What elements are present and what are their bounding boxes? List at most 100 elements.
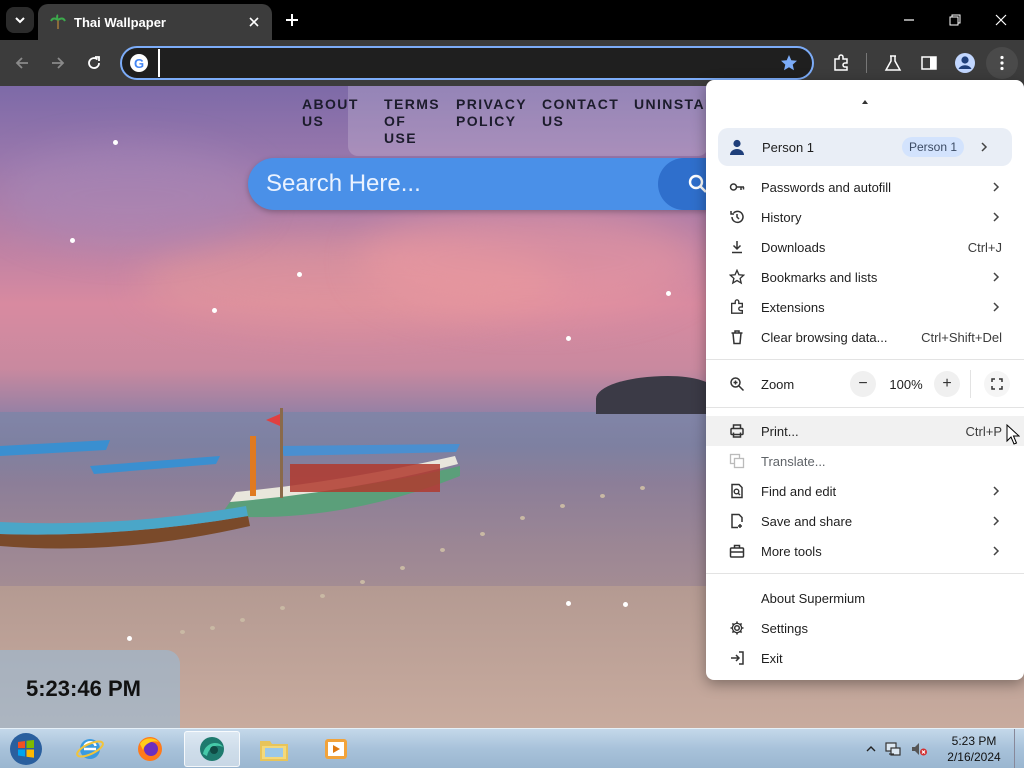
menu-item-passwords[interactable]: Passwords and autofill	[706, 172, 1024, 202]
menu-item-find-and-edit[interactable]: Find and edit	[706, 476, 1024, 506]
menu-item-clear-browsing-data[interactable]: Clear browsing data... Ctrl+Shift+Del	[706, 322, 1024, 352]
exit-icon	[728, 649, 746, 667]
menu-item-bookmarks[interactable]: Bookmarks and lists	[706, 262, 1024, 292]
minimize-icon	[904, 19, 914, 21]
rope-float	[320, 594, 325, 598]
find-icon	[728, 482, 746, 500]
extensions-button[interactable]	[828, 50, 854, 76]
chevron-down-icon	[15, 17, 25, 24]
nav-about-us[interactable]: ABOUT US	[302, 96, 364, 147]
history-icon	[728, 208, 746, 226]
avatar-icon	[955, 53, 975, 73]
toolbar-separator	[866, 53, 867, 73]
tab-search-button[interactable]	[6, 7, 34, 33]
save-share-icon	[728, 512, 746, 530]
nav-privacy-policy[interactable]: PRIVACY POLICY	[456, 96, 525, 147]
new-tab-button[interactable]	[280, 8, 304, 32]
menu-item-extensions[interactable]: Extensions	[706, 292, 1024, 322]
menu-item-about[interactable]: About Supermium	[706, 583, 1024, 613]
site-search-input[interactable]	[266, 166, 646, 202]
tab-close-button[interactable]	[244, 12, 264, 32]
snow-particle	[566, 336, 571, 341]
forward-button[interactable]	[44, 49, 72, 77]
side-panel-button[interactable]	[916, 50, 942, 76]
nav-contact-us[interactable]: CONTACT US	[542, 96, 618, 147]
nav-terms-of-use[interactable]: TERMS OF USE	[384, 96, 439, 147]
menu-item-label: Save and share	[761, 513, 853, 529]
rope-float	[280, 606, 285, 610]
google-icon: G	[130, 54, 148, 72]
minimize-button[interactable]	[886, 0, 932, 40]
show-hidden-icons-icon[interactable]	[866, 744, 876, 754]
address-bar[interactable]: G	[120, 46, 814, 80]
star-icon	[728, 268, 746, 286]
plus-icon: +	[942, 375, 952, 392]
menu-item-label: More tools	[761, 543, 822, 559]
minus-icon: −	[858, 375, 868, 392]
blank-icon-space	[728, 589, 746, 607]
bookmark-star-button[interactable]	[778, 52, 800, 74]
menu-item-print[interactable]: Print... Ctrl+P	[706, 416, 1024, 446]
volume-muted-icon[interactable]	[910, 740, 928, 758]
chevron-right-icon	[990, 486, 1002, 496]
clock-time: 5:23:46 PM	[26, 676, 141, 701]
profile-name: Person 1	[762, 139, 815, 155]
zoom-out-button[interactable]: −	[850, 371, 876, 397]
taskbar-firefox[interactable]	[122, 731, 178, 767]
menu-item-label: Clear browsing data...	[761, 329, 888, 345]
profile-menu-item[interactable]: Person 1 Person 1	[718, 128, 1012, 166]
snow-particle	[70, 238, 75, 243]
taskbar-file-explorer[interactable]	[246, 731, 302, 767]
cloud-glow	[0, 146, 260, 246]
taskbar-clock[interactable]: 5:23 PM 2/16/2024	[942, 733, 1006, 765]
fullscreen-button[interactable]	[984, 371, 1010, 397]
taskbar-supermium[interactable]	[184, 731, 240, 767]
rope-float	[180, 630, 185, 634]
network-icon[interactable]	[884, 740, 902, 758]
taskbar-internet-explorer[interactable]	[62, 731, 118, 767]
chevron-right-icon	[990, 516, 1002, 526]
start-button[interactable]	[6, 731, 46, 767]
menu-item-label: Passwords and autofill	[761, 179, 892, 195]
kebab-menu-icon	[1000, 55, 1004, 71]
menu-item-shortcut: Ctrl+Shift+Del	[921, 329, 1002, 345]
menu-item-label: Settings	[761, 620, 808, 636]
show-desktop-button[interactable]	[1014, 729, 1024, 768]
menu-item-label: About Supermium	[761, 590, 866, 606]
restore-button[interactable]	[932, 0, 978, 40]
title-bar: Thai Wallpaper	[0, 0, 1024, 40]
zoom-in-button[interactable]: +	[934, 371, 960, 397]
puzzle-icon	[728, 298, 746, 316]
taskbar-media-player[interactable]	[308, 731, 364, 767]
menu-item-settings[interactable]: Settings	[706, 613, 1024, 643]
menu-item-label: Translate...	[761, 453, 826, 469]
snow-particle	[297, 272, 302, 277]
menu-divider	[706, 407, 1024, 408]
printer-icon	[728, 422, 746, 440]
reload-button[interactable]	[80, 49, 108, 77]
menu-item-translate[interactable]: Translate...	[706, 446, 1024, 476]
menu-item-save-and-share[interactable]: Save and share	[706, 506, 1024, 536]
close-window-button[interactable]	[978, 0, 1024, 40]
menu-button[interactable]	[989, 50, 1015, 76]
zoom-divider	[970, 370, 971, 398]
search-icon	[688, 174, 707, 193]
person-icon	[726, 136, 748, 158]
address-input[interactable]	[158, 49, 778, 77]
menu-divider	[706, 359, 1024, 360]
menu-item-more-tools[interactable]: More tools	[706, 536, 1024, 566]
active-tab[interactable]: Thai Wallpaper	[38, 4, 272, 40]
media-player-icon	[325, 739, 347, 759]
plus-icon	[286, 14, 298, 26]
rope-float	[440, 548, 445, 552]
labs-button[interactable]	[880, 50, 906, 76]
menu-item-history[interactable]: History	[706, 202, 1024, 232]
back-button[interactable]	[8, 49, 36, 77]
profile-button[interactable]	[952, 50, 978, 76]
folder-icon	[260, 741, 288, 761]
island	[596, 376, 716, 414]
menu-item-downloads[interactable]: Downloads Ctrl+J	[706, 232, 1024, 262]
side-panel-icon	[921, 56, 937, 70]
close-icon	[995, 14, 1007, 26]
menu-item-exit[interactable]: Exit	[706, 643, 1024, 673]
